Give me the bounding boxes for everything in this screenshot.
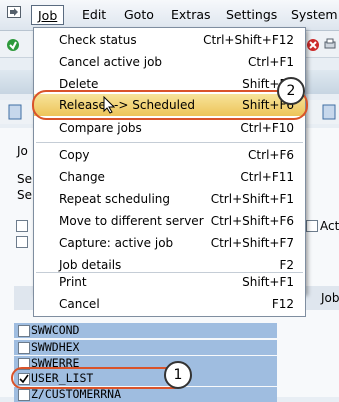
- menu-item-job-details[interactable]: Job details F2: [34, 254, 305, 274]
- callout-badge-1: 1: [164, 361, 192, 389]
- mouse-cursor-icon: [103, 96, 115, 114]
- menu-item-copy[interactable]: Copy Ctrl+F6: [34, 144, 305, 166]
- menu-settings[interactable]: Settings: [226, 7, 277, 22]
- overflow-icon[interactable]: [322, 104, 336, 120]
- option-checkbox-2[interactable]: [16, 236, 28, 248]
- menu-separator: [36, 142, 303, 143]
- job-dropdown-menu: Check status Ctrl+Shift+F12 Cancel active…: [33, 27, 306, 293]
- callout-ring-1: [11, 367, 185, 389]
- callout-badge-2: 2: [277, 77, 305, 105]
- window-menu-icon[interactable]: [7, 6, 21, 18]
- refresh-icon[interactable]: [8, 104, 22, 120]
- menu-separator: [36, 272, 303, 273]
- menu-item-print[interactable]: Print Shift+F1: [34, 274, 305, 291]
- active-label: Act: [320, 219, 339, 233]
- menu-item-capture-active-job[interactable]: Capture: active job Ctrl+Shift+F7: [34, 232, 305, 254]
- menu-item-check-status[interactable]: Check status Ctrl+Shift+F12: [34, 29, 305, 51]
- print-icon[interactable]: [324, 38, 336, 52]
- menu-goto[interactable]: Goto: [124, 7, 154, 22]
- job-column-header[interactable]: Job: [321, 291, 339, 305]
- row-checkbox[interactable]: [18, 325, 30, 337]
- list-item[interactable]: Z/CUSTOMERRNA: [14, 387, 277, 402]
- menu-item-repeat-scheduling[interactable]: Repeat scheduling Ctrl+Shift+F1: [34, 188, 305, 210]
- menu-item-cancel-active-job[interactable]: Cancel active job Ctrl+F1: [34, 51, 305, 73]
- jobs-label: Jo: [17, 144, 28, 158]
- menu-system[interactable]: System: [291, 7, 338, 22]
- callout-ring-2: [32, 90, 308, 120]
- selection-label-2: Se: [17, 188, 32, 202]
- enter-icon[interactable]: [6, 38, 20, 52]
- active-checkbox[interactable]: [306, 220, 318, 232]
- selection-label: Se: [17, 172, 32, 186]
- menu-item-cancel[interactable]: Cancel F12: [33, 292, 306, 317]
- menu-job[interactable]: Job: [31, 5, 65, 25]
- row-checkbox[interactable]: [18, 342, 30, 354]
- row-checkbox[interactable]: [18, 389, 30, 401]
- menu-item-change[interactable]: Change Ctrl+F11: [34, 166, 305, 188]
- cancel-icon[interactable]: [306, 38, 320, 52]
- list-item[interactable]: SWWCOND: [14, 323, 277, 338]
- list-item[interactable]: SWWDHEX: [14, 340, 277, 355]
- menu-extras[interactable]: Extras: [171, 7, 211, 22]
- menu-item-move-server[interactable]: Move to different server Ctrl+Shift+F6: [34, 210, 305, 232]
- menu-item-compare-jobs[interactable]: Compare jobs Ctrl+F10: [34, 117, 305, 139]
- menu-edit[interactable]: Edit: [82, 7, 106, 22]
- option-checkbox[interactable]: [16, 220, 28, 232]
